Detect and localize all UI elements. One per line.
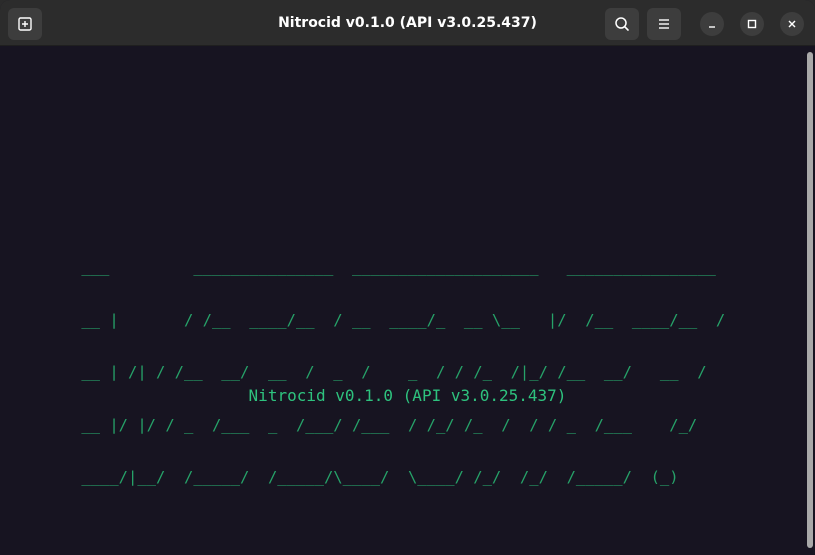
maximize-button[interactable] [740, 12, 764, 36]
minimize-button[interactable] [700, 12, 724, 36]
banner-line: ____/|__/ /_____/ /_____/\____/ \____/ /… [72, 468, 716, 486]
maximize-icon [747, 19, 757, 29]
banner-line: __ | /| / /__ __/ __ / _ / _ / / /_ /|_/… [72, 363, 716, 381]
hamburger-menu-icon [659, 19, 669, 29]
banner-line: __ |/ |/ / _ /___ _ /___/ /___ / /_/ /_ … [72, 415, 716, 434]
minimize-icon [709, 26, 715, 28]
scrollbar[interactable] [807, 52, 813, 548]
version-line: Nitrocid v0.1.0 (API v3.0.25.437) [248, 386, 567, 405]
banner-line: ___ _______________ ____________________… [72, 258, 716, 276]
search-button[interactable] [605, 8, 639, 40]
menu-button[interactable] [647, 8, 681, 40]
window-title: Nitrocid v0.1.0 (API v3.0.25.437) [278, 15, 537, 31]
titlebar: Nitrocid v0.1.0 (API v3.0.25.437) [0, 0, 815, 46]
new-tab-button[interactable] [8, 8, 42, 40]
search-icon [615, 17, 629, 31]
close-button[interactable] [780, 12, 804, 36]
welcome-banner: ___ _______________ ____________________… [72, 224, 725, 522]
close-icon [788, 20, 796, 28]
new-tab-icon [18, 17, 32, 31]
banner-line: __ | / /__ ____/__ / __ ____/_ __ \__ |/… [72, 310, 726, 329]
terminal-window: Nitrocid v0.1.0 (API v3.0.25.437) ___ __… [0, 0, 815, 555]
